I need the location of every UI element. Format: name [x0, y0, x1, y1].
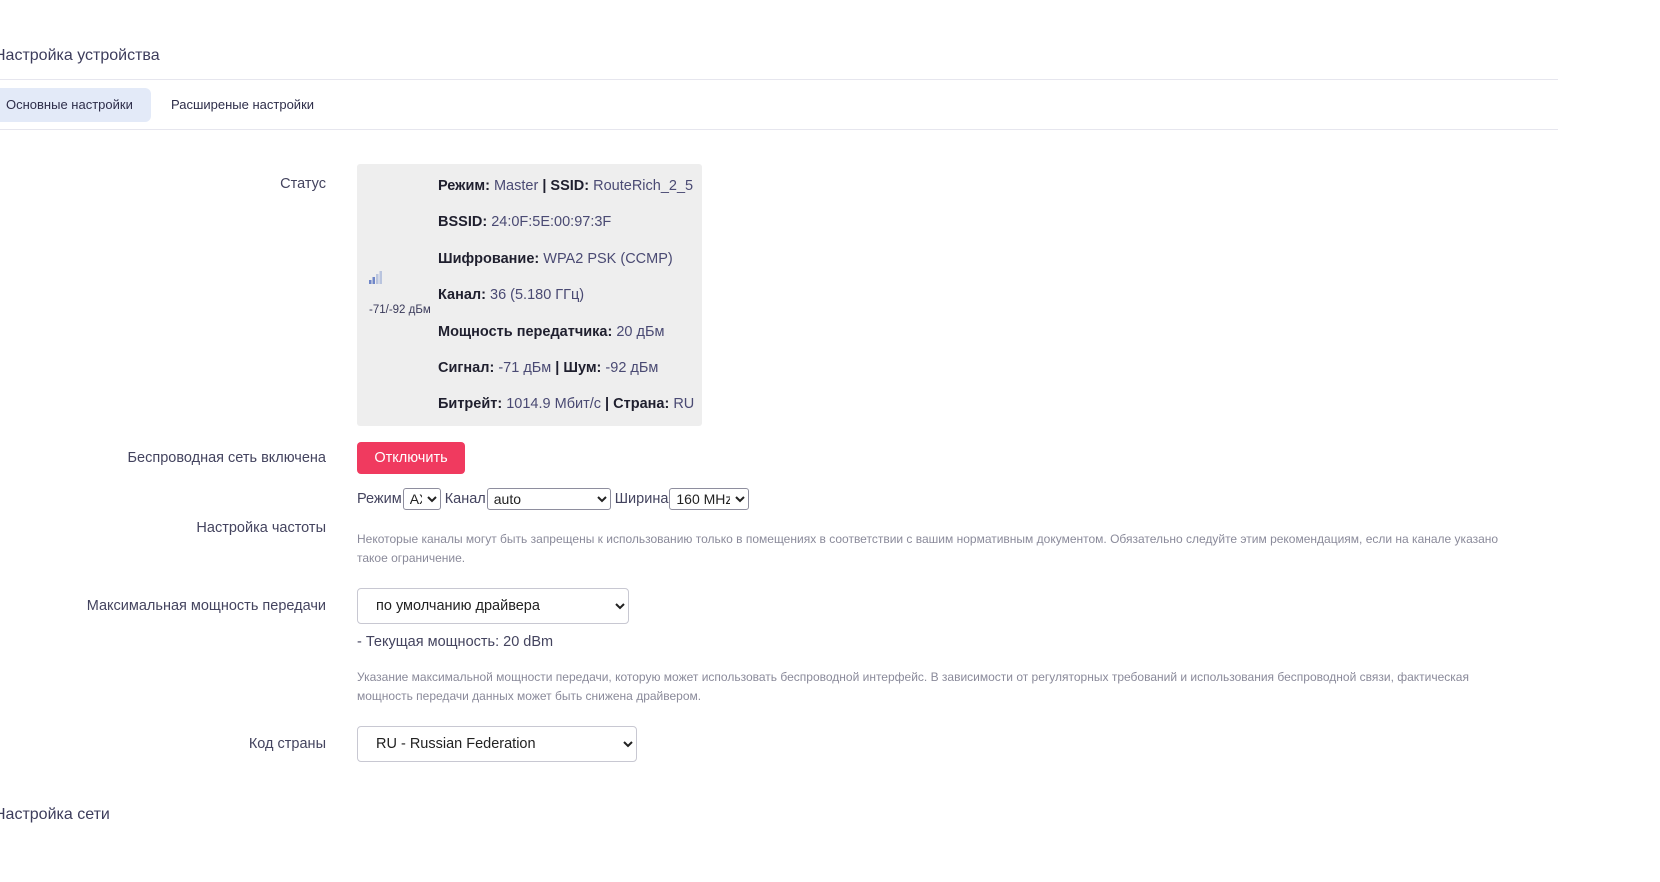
wireless-enabled-label: Беспроводная сеть включена [127, 450, 326, 466]
noise-key: Шум: [563, 360, 602, 376]
encryption-key: Шифрование: [438, 251, 540, 267]
txpower-key: Мощность передатчика: [438, 324, 613, 340]
ssid-key: SSID: [550, 178, 590, 194]
width-select[interactable]: 160 MHz [669, 488, 750, 510]
status-bssid-line: BSSID: 24:0F:5E:00:97:3F [438, 214, 611, 230]
noise-value: -92 дБм [605, 360, 659, 376]
status-mode-ssid-line: Режим: Master | SSID: RouteRich_2_5 [438, 178, 693, 194]
status-channel-line: Канал: 36 (5.180 ГГц) [438, 287, 584, 303]
separator: | [605, 396, 610, 412]
width-label: Ширина [614, 491, 669, 507]
encryption-value: WPA2 PSK (CCMP) [543, 251, 673, 267]
txpower-value: 20 дБм [616, 324, 665, 340]
country-code-select[interactable]: RU - Russian Federation [357, 726, 637, 762]
frequency-hint: Некоторые каналы могут быть запрещены к … [357, 532, 1499, 565]
max-txpower-label: Максимальная мощность передачи [86, 598, 326, 614]
frequency-label: Настройка частоты [196, 520, 326, 536]
tab-basic-settings-label: Основные настройки [6, 97, 133, 112]
status-encryption-line: Шифрование: WPA2 PSK (CCMP) [438, 251, 673, 267]
signal-text: -71/-92 дБм [369, 304, 431, 316]
mode-value: Master [493, 178, 539, 194]
ssid-value: RouteRich_2_5 [593, 178, 694, 194]
disable-button[interactable]: Отключить [357, 442, 465, 474]
bitrate-value: 1014.9 Мбит/с [506, 396, 602, 412]
channel-label: Канал [444, 491, 486, 507]
mode-select[interactable]: AX [402, 488, 441, 510]
signal-bars-icon [369, 271, 383, 289]
country-value: RU [673, 396, 695, 412]
mode-key: Режим: [438, 178, 490, 194]
max-txpower-select[interactable]: по умолчанию драйвера [357, 588, 629, 624]
page-title: Настройка устройства [0, 47, 160, 64]
tab-basic-settings[interactable]: Основные настройки [0, 88, 151, 122]
txpower-hint: Указание максимальной мощности передачи,… [357, 670, 1469, 703]
mode-label: Режим [357, 491, 402, 507]
channel-select[interactable]: auto [486, 488, 611, 510]
channel-value: 36 (5.180 ГГц) [490, 287, 585, 303]
current-power-text: - Текущая мощность: 20 dBm [357, 634, 554, 650]
status-bitrate-country-line: Битрейт: 1014.9 Мбит/с | Страна: RU [438, 396, 694, 412]
status-label: Статус [280, 176, 326, 192]
signal-key: Сигнал: [438, 360, 495, 376]
frequency-controls: Режим AX Канал auto Ширина 160 MHz [357, 487, 750, 511]
divider [0, 129, 1558, 130]
country-key: Страна: [613, 396, 670, 412]
status-signal-noise-line: Сигнал: -71 дБм | Шум: -92 дБм [438, 360, 658, 376]
tab-advanced-settings[interactable]: Расширеные настройки [171, 88, 341, 122]
separator: | [555, 360, 560, 376]
divider [0, 79, 1558, 80]
channel-key: Канал: [438, 287, 486, 303]
separator: | [542, 178, 547, 194]
bitrate-key: Битрейт: [438, 396, 503, 412]
bssid-value: 24:0F:5E:00:97:3F [491, 214, 612, 230]
bssid-key: BSSID: [438, 214, 488, 230]
signal-value: -71 дБм [498, 360, 552, 376]
country-code-label: Код страны [248, 736, 326, 752]
status-txpower-line: Мощность передатчика: 20 дБм [438, 324, 664, 340]
status-panel: -71/-92 дБм Режим: Master | SSID: RouteR… [357, 164, 702, 426]
network-settings-title: Настройка сети [0, 806, 110, 823]
tab-advanced-settings-label: Расширеные настройки [171, 97, 315, 112]
